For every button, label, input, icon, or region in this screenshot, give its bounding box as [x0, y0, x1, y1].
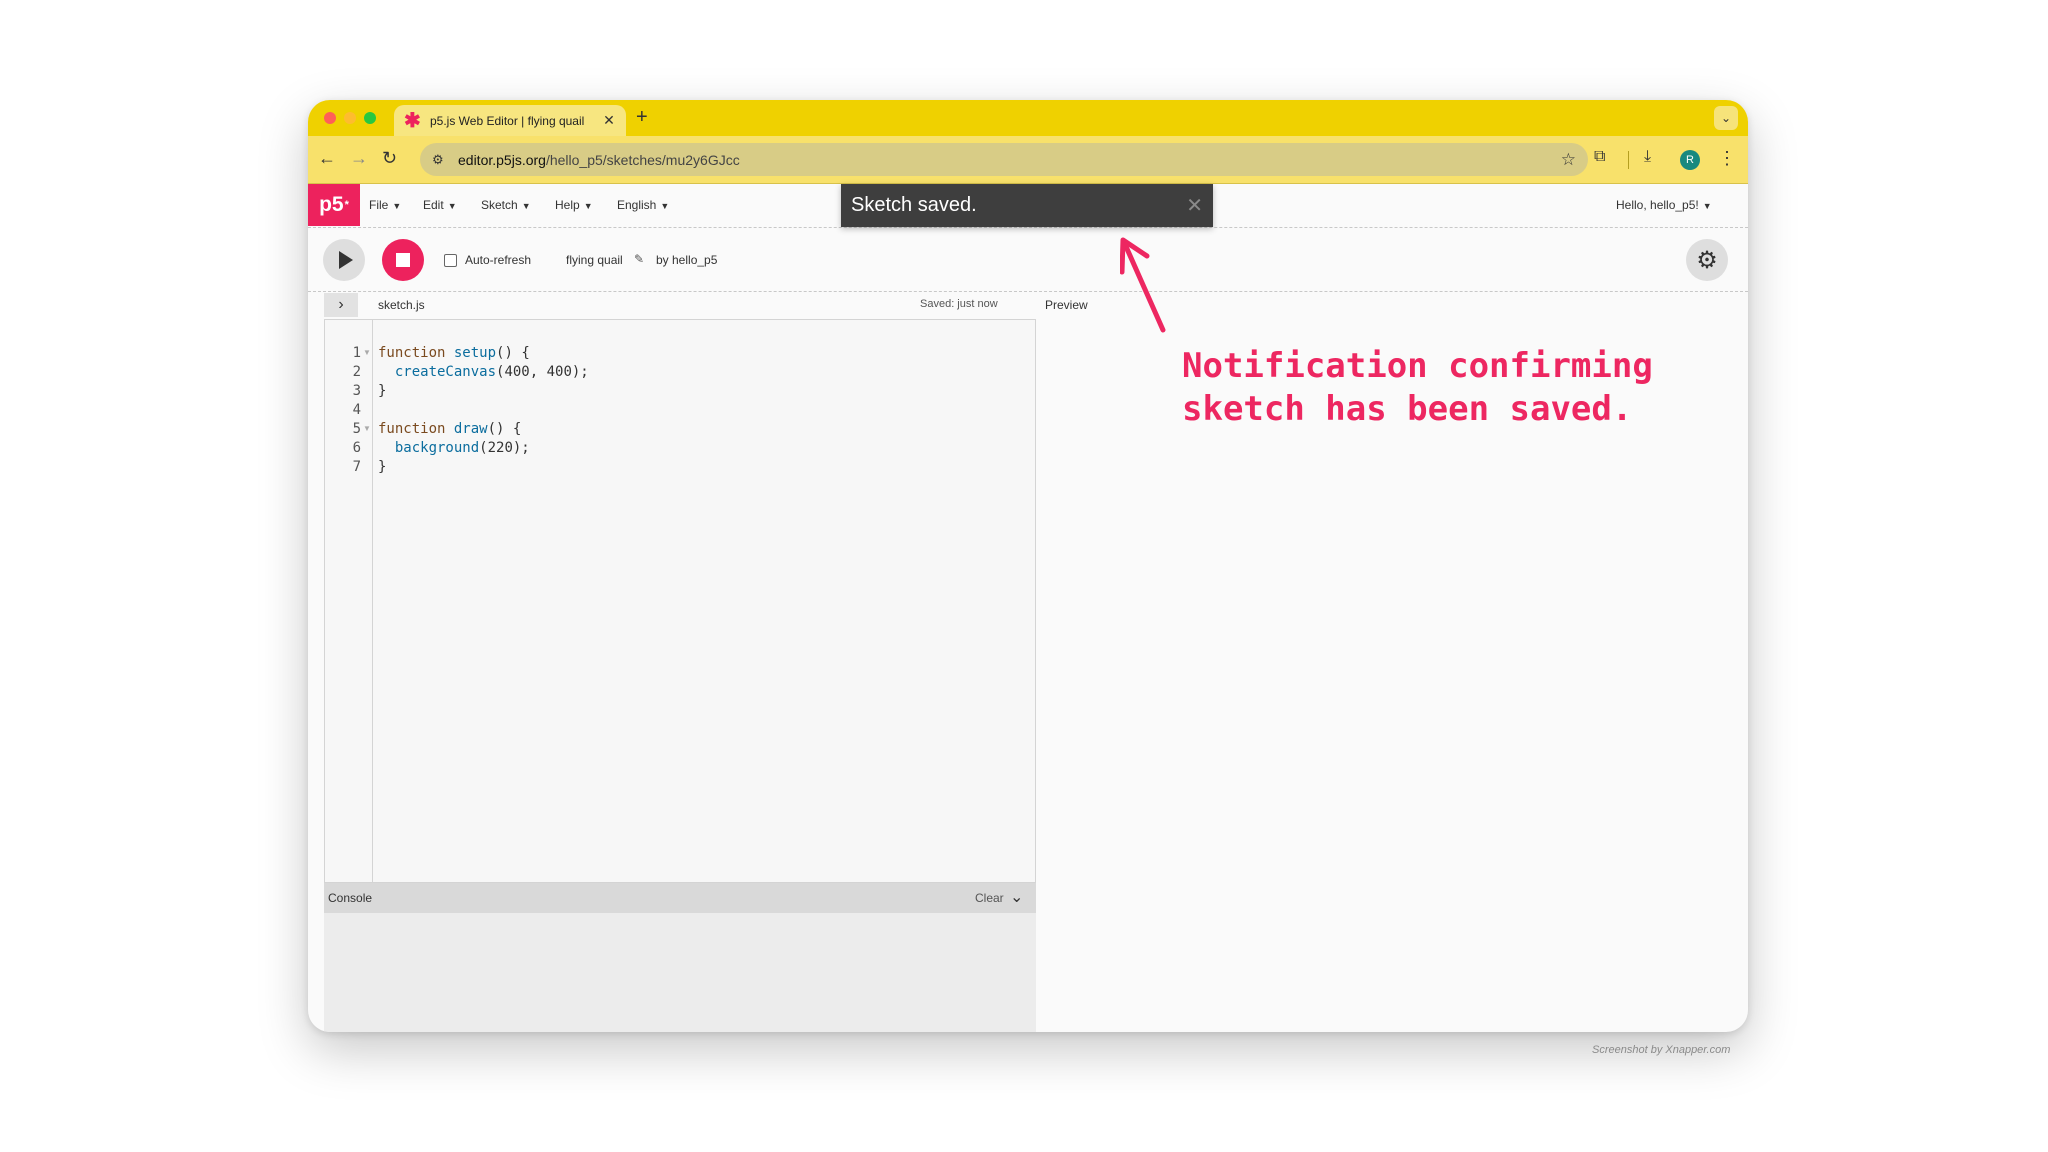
- console-title: Console: [328, 891, 373, 905]
- annotation-text: Notification confirming sketch has been …: [1182, 345, 1653, 431]
- watermark: Screenshot by Xnapper.com: [1592, 1044, 1731, 1056]
- new-tab-button[interactable]: +: [636, 106, 648, 129]
- code-line[interactable]: background(220);: [378, 440, 530, 456]
- sketch-toolbar: Auto-refresh flying quail ✎ by hello_p5 …: [308, 228, 1748, 292]
- fold-arrow-icon[interactable]: ▼: [363, 348, 371, 357]
- code-line[interactable]: createCanvas(400, 400);: [378, 364, 589, 380]
- console-output[interactable]: [324, 913, 1036, 1032]
- menu-file[interactable]: File ▼: [369, 198, 401, 212]
- code-line[interactable]: function setup() {: [378, 345, 530, 361]
- forward-arrow-icon[interactable]: →: [350, 148, 368, 169]
- auto-refresh-label: Auto-refresh: [465, 253, 532, 267]
- menu-language[interactable]: English ▼: [617, 198, 669, 212]
- menu-edit[interactable]: Edit ▼: [423, 198, 457, 212]
- caret-down-icon: ▼: [521, 201, 531, 211]
- line-number: 5: [352, 421, 361, 437]
- tab-title: p5.js Web Editor | flying quail: [430, 113, 585, 128]
- play-button[interactable]: [323, 239, 365, 281]
- line-number: 6: [352, 440, 361, 456]
- tab-close-icon[interactable]: ✕: [602, 112, 616, 129]
- site-settings-icon[interactable]: ⚙: [432, 152, 450, 168]
- line-number: 3: [352, 383, 361, 399]
- url-text[interactable]: editor.p5js.org/hello_p5/sketches/mu2y6G…: [458, 152, 1561, 168]
- saved-status: Saved: just now: [920, 298, 998, 310]
- line-gutter: 1 ▼ 2 3 4 5 ▼ 6 7: [325, 320, 373, 882]
- more-menu-icon[interactable]: ⋮: [1718, 148, 1736, 169]
- sketch-author[interactable]: by hello_p5: [656, 253, 717, 267]
- tab-search-chevron-icon[interactable]: ⌄: [1714, 106, 1738, 130]
- code-line[interactable]: function draw() {: [378, 421, 521, 437]
- back-arrow-icon[interactable]: ←: [318, 148, 336, 169]
- reload-icon[interactable]: ↻: [382, 148, 397, 169]
- preview-label: Preview: [1045, 298, 1088, 312]
- fold-arrow-icon[interactable]: ▼: [363, 424, 371, 433]
- p5-asterisk-icon: ✱: [404, 109, 421, 132]
- save-notification-toast: Sketch saved. ✕: [841, 184, 1213, 227]
- toast-message: Sketch saved.: [851, 194, 977, 216]
- bookmark-star-icon[interactable]: ☆: [1561, 150, 1576, 170]
- settings-gear-icon[interactable]: ⚙: [1686, 239, 1728, 281]
- menu-sketch[interactable]: Sketch ▼: [481, 198, 531, 212]
- annotation-line-2: sketch has been saved.: [1182, 389, 1633, 429]
- sketch-name[interactable]: flying quail: [566, 253, 623, 267]
- profile-avatar[interactable]: R: [1680, 150, 1700, 170]
- console-header: Console Clear ⌄: [324, 883, 1036, 913]
- play-icon: [339, 251, 353, 269]
- toast-close-icon[interactable]: ✕: [1186, 193, 1203, 218]
- caret-down-icon: ▼: [583, 201, 593, 211]
- caret-down-icon: ▼: [392, 201, 402, 211]
- tab-strip: ✱ p5.js Web Editor | flying quail ✕ + ⌄: [308, 100, 1748, 136]
- line-number: 1: [352, 345, 361, 361]
- line-number: 7: [352, 459, 361, 475]
- chevron-down-icon[interactable]: ⌄: [1010, 887, 1023, 907]
- p5-logo[interactable]: p5 *: [308, 184, 360, 226]
- browser-toolbar: ← → ↻ ⚙ editor.p5js.org/hello_p5/sketche…: [308, 136, 1748, 184]
- line-number: 2: [352, 364, 361, 380]
- extensions-icon[interactable]: ⧉: [1594, 148, 1605, 166]
- maximize-window-button[interactable]: [364, 112, 376, 124]
- auto-refresh-checkbox[interactable]: [444, 253, 457, 267]
- toolbar-divider: [1628, 151, 1629, 169]
- line-number: 4: [352, 402, 361, 418]
- caret-down-icon: ▼: [447, 201, 457, 211]
- stop-icon: [396, 253, 410, 267]
- minimize-window-button[interactable]: [344, 112, 356, 124]
- browser-tab[interactable]: ✱ p5.js Web Editor | flying quail ✕: [394, 105, 626, 136]
- annotation-line-1: Notification confirming: [1182, 346, 1653, 386]
- browser-window: ✱ p5.js Web Editor | flying quail ✕ + ⌄ …: [308, 100, 1748, 1032]
- caret-down-icon: ▼: [1702, 201, 1712, 211]
- code-editor[interactable]: 1 ▼ 2 3 4 5 ▼ 6 7 function setup() { cre…: [324, 319, 1036, 883]
- user-menu[interactable]: Hello, hello_p5! ▼: [1616, 198, 1712, 212]
- caret-down-icon: ▼: [660, 201, 670, 211]
- sidebar-toggle-chevron-icon[interactable]: ›: [324, 293, 358, 317]
- auto-refresh-toggle[interactable]: Auto-refresh: [444, 253, 531, 267]
- annotation-arrow: [1120, 237, 1166, 333]
- code-line[interactable]: }: [378, 383, 386, 399]
- close-window-button[interactable]: [324, 112, 336, 124]
- code-line[interactable]: }: [378, 459, 386, 475]
- menu-help[interactable]: Help ▼: [555, 198, 593, 212]
- pencil-icon[interactable]: ✎: [634, 252, 644, 266]
- download-icon[interactable]: ⤓: [1644, 148, 1651, 166]
- console-clear-button[interactable]: Clear: [975, 891, 1004, 905]
- file-name: sketch.js: [378, 298, 425, 312]
- stop-button[interactable]: [382, 239, 424, 281]
- address-bar[interactable]: ⚙ editor.p5js.org/hello_p5/sketches/mu2y…: [420, 143, 1588, 176]
